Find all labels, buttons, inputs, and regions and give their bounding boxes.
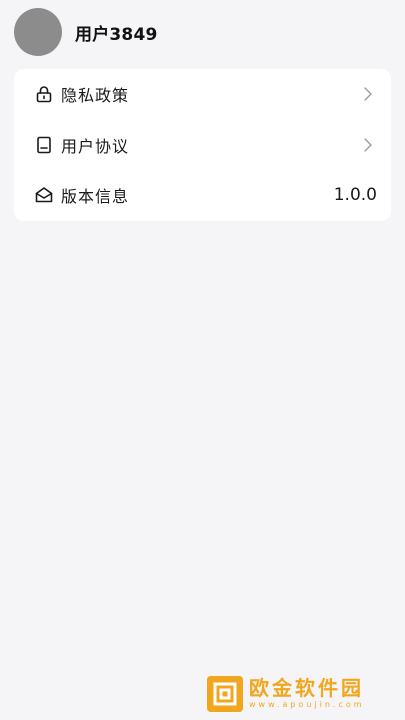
menu-item-label: 版本信息	[61, 187, 130, 207]
menu-item-privacy-policy[interactable]: 隐私政策	[14, 69, 391, 120]
menu-item-label: 隐私政策	[61, 86, 130, 106]
lock-icon	[34, 84, 54, 104]
menu-item-version-info[interactable]: 版本信息 1.0.0	[14, 170, 391, 221]
document-icon	[34, 135, 54, 155]
chevron-right-icon	[363, 86, 373, 102]
watermark-logo-icon	[207, 676, 243, 712]
watermark-url: www.apoujin.com	[249, 700, 365, 709]
watermark-title: 欧金软件园	[249, 676, 364, 700]
mail-open-icon	[34, 185, 54, 205]
chevron-right-icon	[363, 137, 373, 153]
version-value: 1.0.0	[333, 185, 377, 206]
settings-card: 隐私政策 用户协议 版本信息 1.0.0	[14, 69, 391, 221]
watermark: 欧金软件园 www.apoujin.com	[207, 674, 397, 714]
menu-item-user-agreement[interactable]: 用户协议	[14, 120, 391, 171]
username: 用户3849	[75, 24, 158, 45]
profile-header: 用户3849	[14, 8, 158, 56]
avatar[interactable]	[14, 8, 62, 56]
menu-item-label: 用户协议	[61, 136, 130, 156]
